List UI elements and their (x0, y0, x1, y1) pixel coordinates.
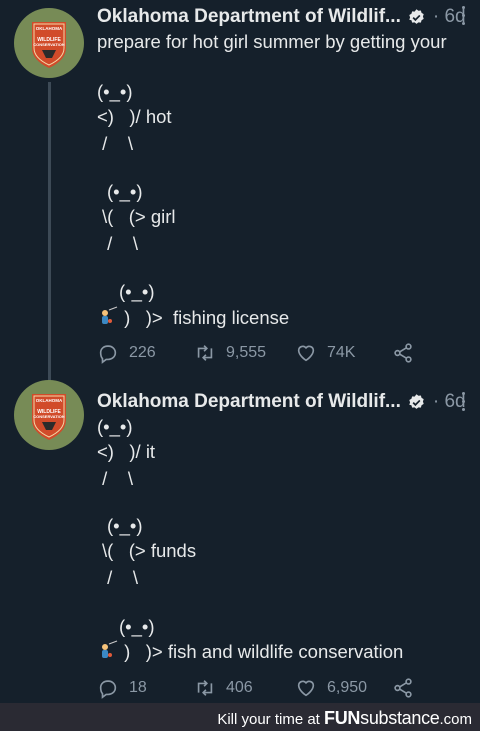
tweet-line: (•_•) (119, 616, 155, 637)
tweet-header: Oklahoma Department of Wildlif... · 6d (97, 4, 466, 30)
avatar[interactable]: OKLAHOMA WILDLIFE CONSERVATION (14, 380, 84, 450)
like-button[interactable]: 6,950 (295, 677, 367, 699)
reply-count: 18 (129, 679, 147, 696)
tweet-line: ) )> fishing license (97, 306, 289, 329)
tweet-line: (•_•) (107, 181, 143, 202)
tweet-line: (•_•) (107, 515, 143, 536)
tweet-line: / \ (97, 468, 133, 489)
fisherman-emoji-icon (102, 640, 118, 658)
tweet-line-text: ) )> fishing license (124, 307, 290, 328)
fisherman-emoji-icon (102, 306, 118, 324)
brand-logo: FUNsubstance (324, 708, 440, 728)
reply-icon (99, 680, 117, 699)
tweet-line: / \ (97, 133, 133, 154)
verified-badge-icon (409, 393, 424, 409)
retweet-button[interactable]: 9,555 (194, 342, 266, 364)
avatar[interactable]: OKLAHOMA WILDLIFE CONSERVATION (14, 8, 84, 78)
tweet-line: / \ (102, 233, 138, 254)
display-name[interactable]: Oklahoma Department of Wildlif... (97, 6, 401, 28)
tweet-line: prepare for hot girl summer by getting y… (97, 31, 447, 52)
tweet-line-text: ) )> fish and wildlife conservation (124, 641, 404, 662)
tweet-2[interactable]: OKLAHOMA WILDLIFE CONSERVATION Oklahoma … (0, 380, 480, 703)
retweet-count: 9,555 (226, 344, 267, 361)
watermark-prefix: Kill your time at (217, 711, 320, 728)
tweet-line: / \ (102, 567, 138, 588)
share-icon[interactable] (392, 342, 414, 364)
tweet-line: (•_•) (97, 81, 133, 102)
reply-button[interactable]: 18 (97, 677, 147, 699)
tweet-header: Oklahoma Department of Wildlif... · 6d (97, 389, 466, 415)
tweet-line: \( (> funds (102, 540, 197, 561)
more-icon[interactable] (459, 6, 467, 28)
reply-icon (99, 345, 117, 364)
display-name[interactable]: Oklahoma Department of Wildlif... (97, 391, 401, 413)
action-bar: 18 406 6,950 (97, 677, 427, 703)
tweet-line: \( (> girl (102, 206, 176, 227)
like-icon (297, 680, 315, 697)
tweet-line: <) )/ hot (97, 106, 172, 127)
retweet-icon (197, 680, 213, 696)
reply-count: 226 (129, 344, 156, 361)
retweet-count: 406 (226, 679, 253, 696)
tweet-line: <) )/ it (97, 441, 156, 462)
like-icon (297, 345, 315, 362)
reply-button[interactable]: 226 (97, 342, 156, 364)
more-icon[interactable] (459, 392, 467, 414)
like-count: 6,950 (327, 679, 368, 696)
tweet-line: ) )> fish and wildlife conservation (97, 640, 403, 663)
watermark-bar: Kill your time at FUNsubstance.com (0, 703, 480, 731)
like-count: 74K (327, 344, 356, 361)
thread-line (48, 82, 51, 385)
action-bar: 226 9,555 74K (97, 342, 427, 368)
share-icon[interactable] (392, 677, 414, 699)
tweet-line: (•_•) (97, 416, 133, 437)
svg-text:CONSERVATION: CONSERVATION (33, 42, 65, 47)
tweet-1[interactable]: OKLAHOMA WILDLIFE CONSERVATION Oklahoma … (0, 0, 480, 385)
svg-text:OKLAHOMA: OKLAHOMA (36, 26, 63, 31)
brand-domain: .com (439, 711, 472, 728)
tweet-line: (•_•) (119, 281, 155, 302)
svg-text:CONSERVATION: CONSERVATION (33, 414, 65, 419)
retweet-button[interactable]: 406 (194, 677, 253, 699)
like-button[interactable]: 74K (295, 342, 355, 364)
svg-text:OKLAHOMA: OKLAHOMA (36, 398, 63, 403)
retweet-icon (197, 345, 213, 361)
verified-badge-icon (409, 8, 424, 24)
watermark-text: Kill your time at FUNsubstance.com (217, 708, 472, 729)
